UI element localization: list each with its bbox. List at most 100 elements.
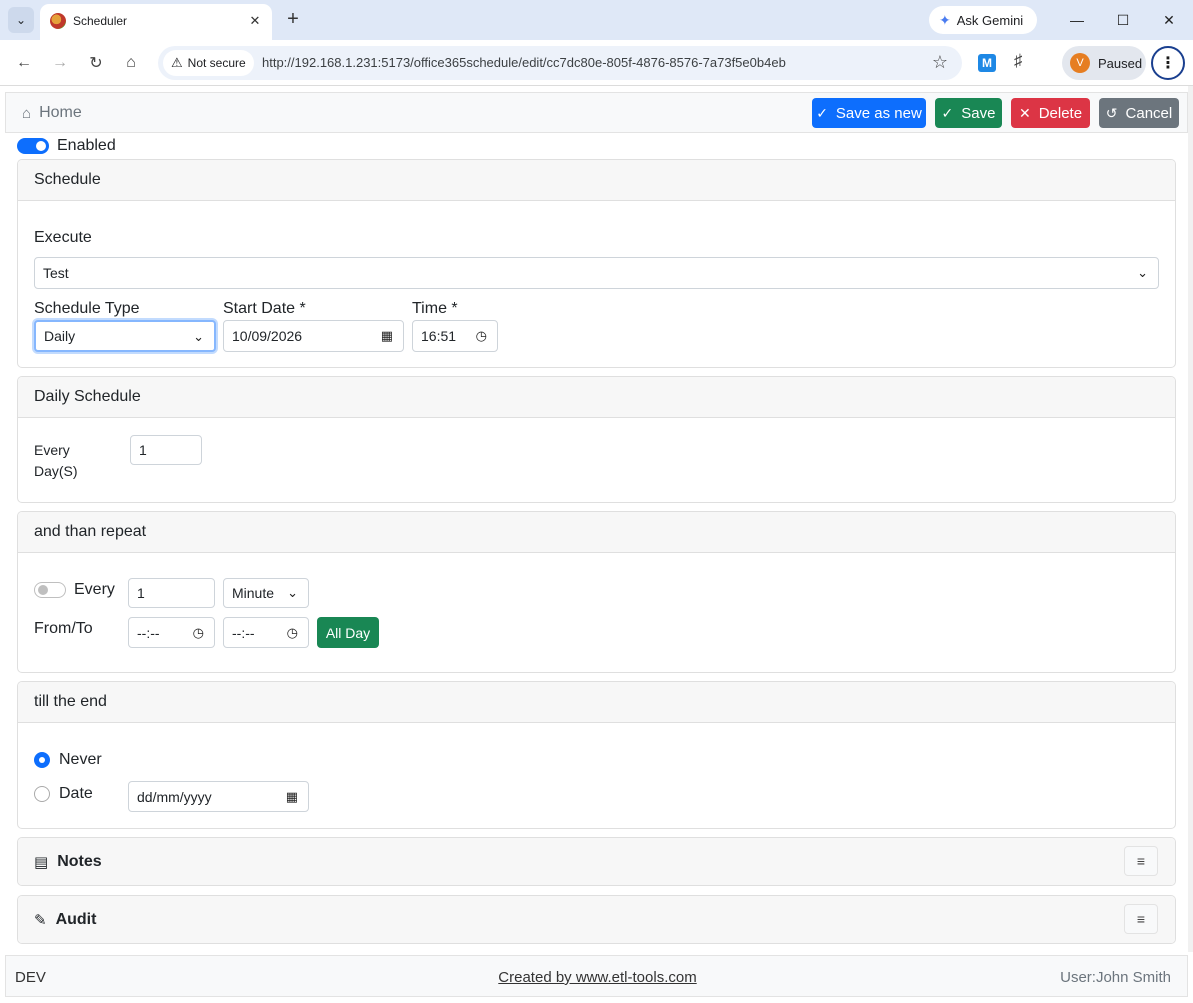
profile-status: Paused [1098,55,1143,71]
minimize-icon: — [1070,12,1084,28]
address-bar[interactable]: ⚠ Not secure http://192.168.1.231:5173/o… [158,46,962,80]
reload-button[interactable]: ↻ [84,51,108,75]
app-header: ⌂ Home ✓ Save as new ✓ Save ✕ Delete ↺ C… [5,92,1188,133]
profile-button[interactable]: V Paused [1062,46,1146,80]
save-as-new-button[interactable]: ✓ Save as new [812,98,926,128]
end-card: till the end Never Date dd/mm/yyyy ▦ [17,681,1176,829]
maximize-button[interactable]: ☐ [1111,8,1135,32]
fromto-label: From/To [34,620,93,637]
close-icon[interactable]: ✕ [246,12,264,30]
delete-button[interactable]: ✕ Delete [1011,98,1090,128]
extension-m-icon[interactable]: M [978,54,996,72]
star-icon[interactable]: ☆ [932,52,948,73]
repeat-unit-value: Minute [232,585,274,601]
check-icon: ✓ [941,104,954,121]
home-link[interactable]: ⌂ Home [22,104,82,122]
save-label: Save [961,104,996,122]
notes-card: ▤ Notes ≡ [17,837,1176,886]
execute-value: Test [43,265,69,281]
plus-icon: + [287,7,299,30]
repeat-every-value: 1 [137,585,145,601]
ask-gemini-label: Ask Gemini [956,12,1024,28]
audit-title: Audit [55,910,97,928]
date-radio[interactable] [34,786,50,802]
end-date-input[interactable]: dd/mm/yyyy ▦ [128,781,309,812]
never-label: Never [59,751,102,768]
ask-gemini-button[interactable]: ✦ Ask Gemini [929,6,1037,34]
reload-icon: ↻ [89,55,103,72]
back-button[interactable]: ← [12,51,36,75]
clock-icon[interactable]: ◷ [287,625,298,641]
footer: DEV Created by www.etl-tools.com User:Jo… [5,955,1188,997]
repeat-every-label: Every [74,581,115,598]
time-input[interactable]: 16:51 ◷ [412,320,498,352]
daily-schedule-header: Daily Schedule [18,377,1175,418]
repeat-switch[interactable] [34,582,66,598]
end-header: till the end [18,682,1175,723]
schedule-type-select[interactable]: Daily ⌄ [34,320,216,352]
credit-link[interactable]: Created by www.etl-tools.com [6,969,1189,986]
page-scrollbar[interactable] [1188,86,1193,952]
close-icon: ✕ [1163,11,1175,28]
clock-icon[interactable]: ◷ [476,328,487,344]
close-window-button[interactable]: ✕ [1157,8,1181,32]
minimize-button[interactable]: — [1065,8,1089,32]
browser-tab[interactable]: Scheduler ✕ [40,4,272,40]
security-label: Not secure [187,56,246,70]
tab-search-button[interactable]: ⌄ [8,7,34,33]
notes-icon: ▤ [34,853,49,871]
every-days-input[interactable]: 1 [130,435,202,465]
from-time-input[interactable]: --:-- ◷ [128,617,215,648]
chevron-down-icon: ⌄ [287,585,298,600]
pencil-icon: ✎ [34,911,47,929]
repeat-unit-select[interactable]: Minute ⌄ [223,578,309,608]
undo-icon: ↺ [1105,104,1118,121]
chevron-down-icon: ⌄ [193,329,204,344]
execute-label: Execute [34,229,92,246]
calendar-icon[interactable]: ▦ [286,789,298,805]
forward-button[interactable]: → [48,51,72,75]
all-day-button[interactable]: All Day [317,617,379,648]
home-browser-button[interactable]: ⌂ [119,51,143,75]
save-button[interactable]: ✓ Save [935,98,1002,128]
browser-toolbar: ← → ↻ ⌂ ⚠ Not secure http://192.168.1.23… [0,40,1193,86]
url-text[interactable]: http://192.168.1.231:5173/office365sched… [262,55,786,70]
days-label: Day(S) [34,463,78,479]
menu-icon: ≡ [1136,911,1146,927]
browser-tabstrip: ⌄ Scheduler ✕ + ✦ Ask Gemini — ☐ ✕ [0,0,1193,40]
notes-header[interactable]: ▤ Notes [18,838,1175,885]
schedule-card: Schedule Execute Test ⌄ Schedule Type Da… [17,159,1176,368]
date-label: Date [59,785,93,802]
every-days-value: 1 [139,442,147,458]
repeat-header: and than repeat [18,512,1175,553]
maximize-icon: ☐ [1116,11,1130,28]
schedule-type-value: Daily [44,328,76,344]
from-time-value: --:-- [137,624,160,641]
schedule-card-header: Schedule [18,160,1175,201]
cancel-button[interactable]: ↺ Cancel [1099,98,1179,128]
calendar-icon[interactable]: ▦ [381,328,393,344]
enabled-switch[interactable] [17,138,49,154]
start-date-value: 10/09/2026 [232,328,303,344]
browser-menu-button[interactable]: ⋮ [1151,46,1185,80]
audit-toggle-button[interactable]: ≡ [1124,904,1158,934]
end-date-placeholder: dd/mm/yyyy [137,788,212,805]
start-date-input[interactable]: 10/09/2026 ▦ [223,320,404,352]
gemini-icon: ✦ [939,11,951,28]
extensions-puzzle-icon[interactable]: ♯ [1014,51,1023,71]
clock-icon[interactable]: ◷ [193,625,204,641]
all-day-label: All Day [325,624,371,641]
save-as-new-label: Save as new [835,104,922,122]
to-time-input[interactable]: --:-- ◷ [223,617,309,648]
enabled-label: Enabled [57,137,116,154]
notes-toggle-button[interactable]: ≡ [1124,846,1158,876]
tab-title: Scheduler [73,14,128,28]
never-radio[interactable] [34,752,50,768]
chevron-down-icon: ⌄ [15,13,27,27]
security-chip[interactable]: ⚠ Not secure [163,50,254,76]
new-tab-button[interactable]: + [282,8,304,30]
repeat-every-input[interactable]: 1 [128,578,215,608]
execute-select[interactable]: Test ⌄ [34,257,1159,289]
menu-icon: ≡ [1136,853,1146,869]
audit-header[interactable]: ✎ Audit [18,896,1175,943]
